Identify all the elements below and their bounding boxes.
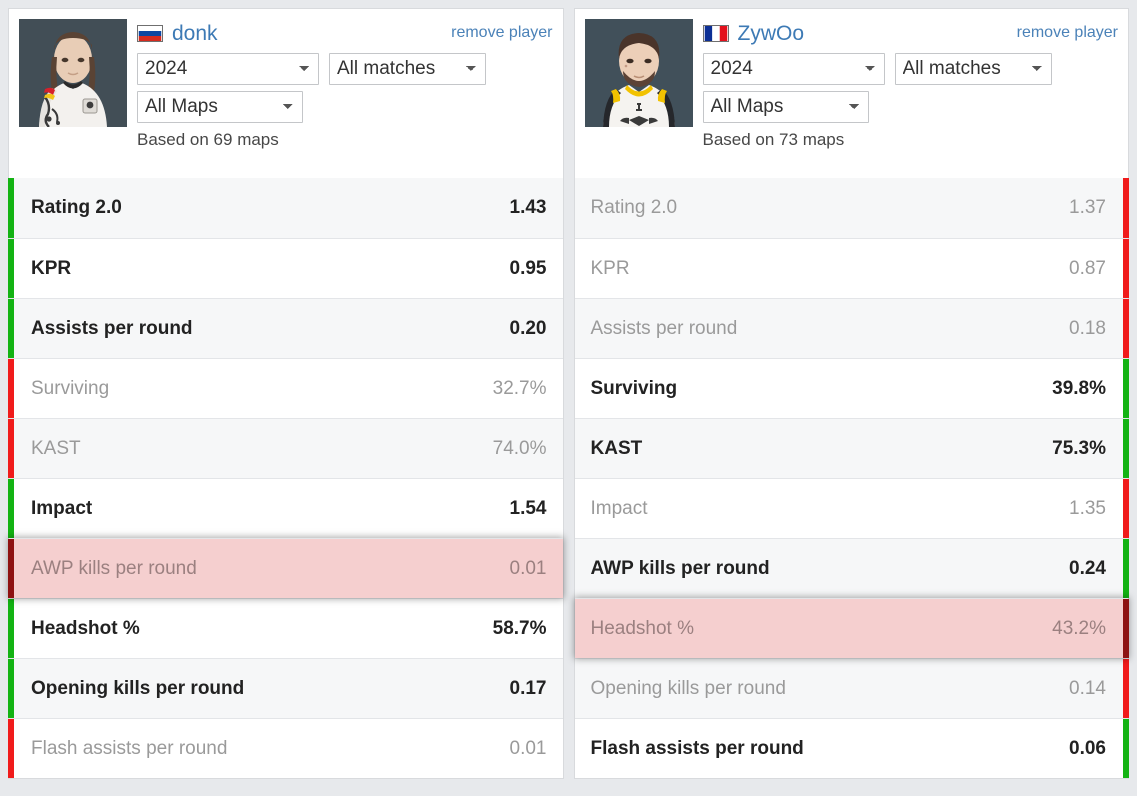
stat-row[interactable]: KPR 0.87 [574,238,1129,298]
map-select-left[interactable]: All Maps [137,91,303,123]
map-filter-row-right: All Maps [702,91,1119,123]
stat-label: Rating 2.0 [590,197,678,218]
stat-label: Impact [590,497,648,519]
stat-label: KPR [590,257,630,279]
stat-label: Headshot % [31,617,140,639]
remove-player-link-left[interactable]: remove player [451,24,552,42]
stat-value: 0.06 [1069,737,1106,759]
stat-value: 1.37 [1069,197,1106,218]
stat-row[interactable]: Impact 1.35 [574,478,1129,538]
stats-list-right: Rating 2.0 1.37 KPR 0.87 Assists per round 0.… [573,178,1129,779]
stat-row[interactable]: Surviving 39.8% [574,358,1129,418]
filters-row-right: 2024 All matches [702,53,1119,85]
stat-value: 1.54 [509,497,547,519]
based-on-maps-left: Based on 69 maps [137,130,279,149]
stat-label: Surviving [31,377,110,399]
based-on-maps-right: Based on 73 maps [702,130,845,149]
player-name-row-right: ZywOo remove player [702,19,1118,47]
stat-row[interactable]: Rating 2.0 1.43 [8,178,563,238]
match-type-select-right[interactable]: All matches [894,53,1052,85]
stat-value: 0.01 [509,737,547,759]
map-filter-row-left: All Maps [137,91,553,123]
player-photo-zywoo [584,19,693,127]
stat-label: AWP kills per round [590,557,770,579]
stats-list-left: Rating 2.0 1.43 KPR 0.95 Assists per round 0.… [8,178,564,779]
match-type-select-left[interactable]: All matches [329,53,486,85]
map-select-right[interactable]: All Maps [702,91,869,123]
stat-value: 0.24 [1069,557,1106,579]
player-column-right: ZywOo remove player 2024 All matches All… [573,8,1129,779]
stat-row[interactable]: Headshot % 43.2% [574,598,1129,658]
player-column-left: donk remove player 2024 All matches All … [8,8,564,779]
stat-label: AWP kills per round [31,557,197,579]
stat-label: Flash assists per round [31,737,228,759]
stat-row[interactable]: Surviving 32.7% [8,358,563,418]
stat-row[interactable]: KAST 74.0% [8,418,563,478]
stat-row[interactable]: Flash assists per round 0.01 [8,718,563,778]
player-name-right[interactable]: ZywOo [738,23,805,44]
stat-value: 74.0% [492,437,547,459]
player-name-left[interactable]: donk [172,23,218,44]
stat-row[interactable]: Assists per round 0.20 [8,298,563,358]
player-comparison: donk remove player 2024 All matches All … [0,0,1137,796]
stat-row[interactable]: Headshot % 58.7% [8,598,563,658]
stat-value: 0.95 [509,257,547,279]
stat-value: 39.8% [1052,377,1106,399]
year-select-right[interactable]: 2024 [702,53,885,85]
stat-label: Rating 2.0 [31,197,122,218]
stat-label: Flash assists per round [590,737,804,759]
stat-row[interactable]: KPR 0.95 [8,238,563,298]
stat-value: 0.18 [1069,317,1106,339]
stat-value: 75.3% [1052,437,1106,459]
stat-value: 1.43 [509,197,547,218]
france-flag-icon [702,24,729,42]
player-info-right: ZywOo remove player 2024 All matches All… [702,19,1119,170]
stat-value: 0.87 [1069,257,1106,279]
stat-value: 0.14 [1069,677,1106,699]
stat-label: Headshot % [590,617,695,639]
player-header-left: donk remove player 2024 All matches All … [8,8,564,178]
stat-value: 43.2% [1052,617,1106,639]
stat-label: Surviving [590,377,678,399]
stat-value: 0.01 [509,557,547,579]
stat-label: Impact [31,497,93,519]
stat-label: Assists per round [590,317,738,339]
stat-label: Assists per round [31,317,193,339]
stat-label: Opening kills per round [590,677,786,699]
stat-label: KPR [31,257,72,279]
player-name-row-left: donk remove player [137,19,553,47]
stat-value: 58.7% [492,617,547,639]
stat-row[interactable]: AWP kills per round 0.24 [574,538,1129,598]
stat-label: KAST [31,437,81,459]
stat-value: 0.20 [509,317,547,339]
stat-label: Opening kills per round [31,677,245,699]
stat-row[interactable]: Assists per round 0.18 [574,298,1129,358]
stat-row[interactable]: AWP kills per round 0.01 [8,538,563,598]
stat-row[interactable]: Opening kills per round 0.14 [574,658,1129,718]
stat-row[interactable]: Flash assists per round 0.06 [574,718,1129,778]
stat-value: 0.17 [509,677,547,699]
stat-row[interactable]: Impact 1.54 [8,478,563,538]
player-header-right: ZywOo remove player 2024 All matches All… [573,8,1129,178]
russia-flag-icon [137,24,163,42]
stat-value: 32.7% [492,377,547,399]
stat-row[interactable]: Opening kills per round 0.17 [8,658,563,718]
player-info-left: donk remove player 2024 All matches All … [137,19,553,170]
year-select-left[interactable]: 2024 [137,53,319,85]
remove-player-link-right[interactable]: remove player [1017,24,1118,42]
player-photo-donk [19,19,127,127]
stat-row[interactable]: Rating 2.0 1.37 [574,178,1129,238]
stat-label: KAST [590,437,643,459]
stat-value: 1.35 [1069,497,1106,519]
stat-row[interactable]: KAST 75.3% [574,418,1129,478]
filters-row-left: 2024 All matches [137,53,553,85]
